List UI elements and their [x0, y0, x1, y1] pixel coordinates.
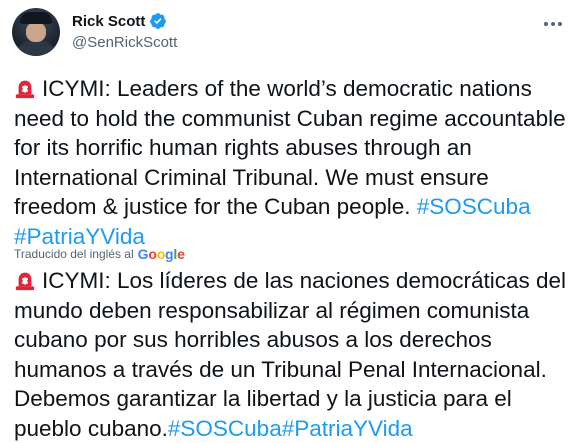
google-logo-letter: o [156, 246, 166, 262]
translation-attribution: Traducido del inglés al Google [14, 246, 185, 262]
hashtag-link[interactable]: #SOSCuba [168, 416, 282, 441]
translation-label: Traducido del inglés al [14, 247, 134, 261]
author-name-row[interactable]: Rick Scott [72, 12, 167, 30]
google-logo[interactable]: Google [138, 246, 185, 262]
translated-tweet-text: ICYMI: Los líderes de las naciones democ… [14, 266, 574, 443]
more-options-icon[interactable] [540, 14, 566, 34]
hashtag-link[interactable]: #PatriaYVida [282, 416, 413, 441]
avatar-shoulders [14, 40, 58, 56]
siren-icon [15, 272, 35, 291]
tweet-text: ICYMI: Leaders of the world’s democratic… [14, 74, 574, 251]
tweet-header: Rick Scott @SenRickScott [12, 8, 572, 60]
avatar-cap [20, 12, 52, 24]
google-logo-letter: o [148, 246, 157, 262]
author-display-name[interactable]: Rick Scott [72, 13, 145, 30]
siren-icon [15, 80, 35, 99]
hashtag-link[interactable]: #PatriaYVida [14, 224, 145, 249]
avatar-face [26, 22, 46, 42]
hashtag-link[interactable]: #SOSCuba [417, 194, 531, 219]
verified-badge-icon [150, 13, 167, 29]
avatar[interactable] [12, 8, 60, 56]
google-logo-letter: G [137, 246, 149, 262]
google-logo-letter: e [177, 246, 185, 262]
author-handle[interactable]: @SenRickScott [72, 34, 177, 51]
